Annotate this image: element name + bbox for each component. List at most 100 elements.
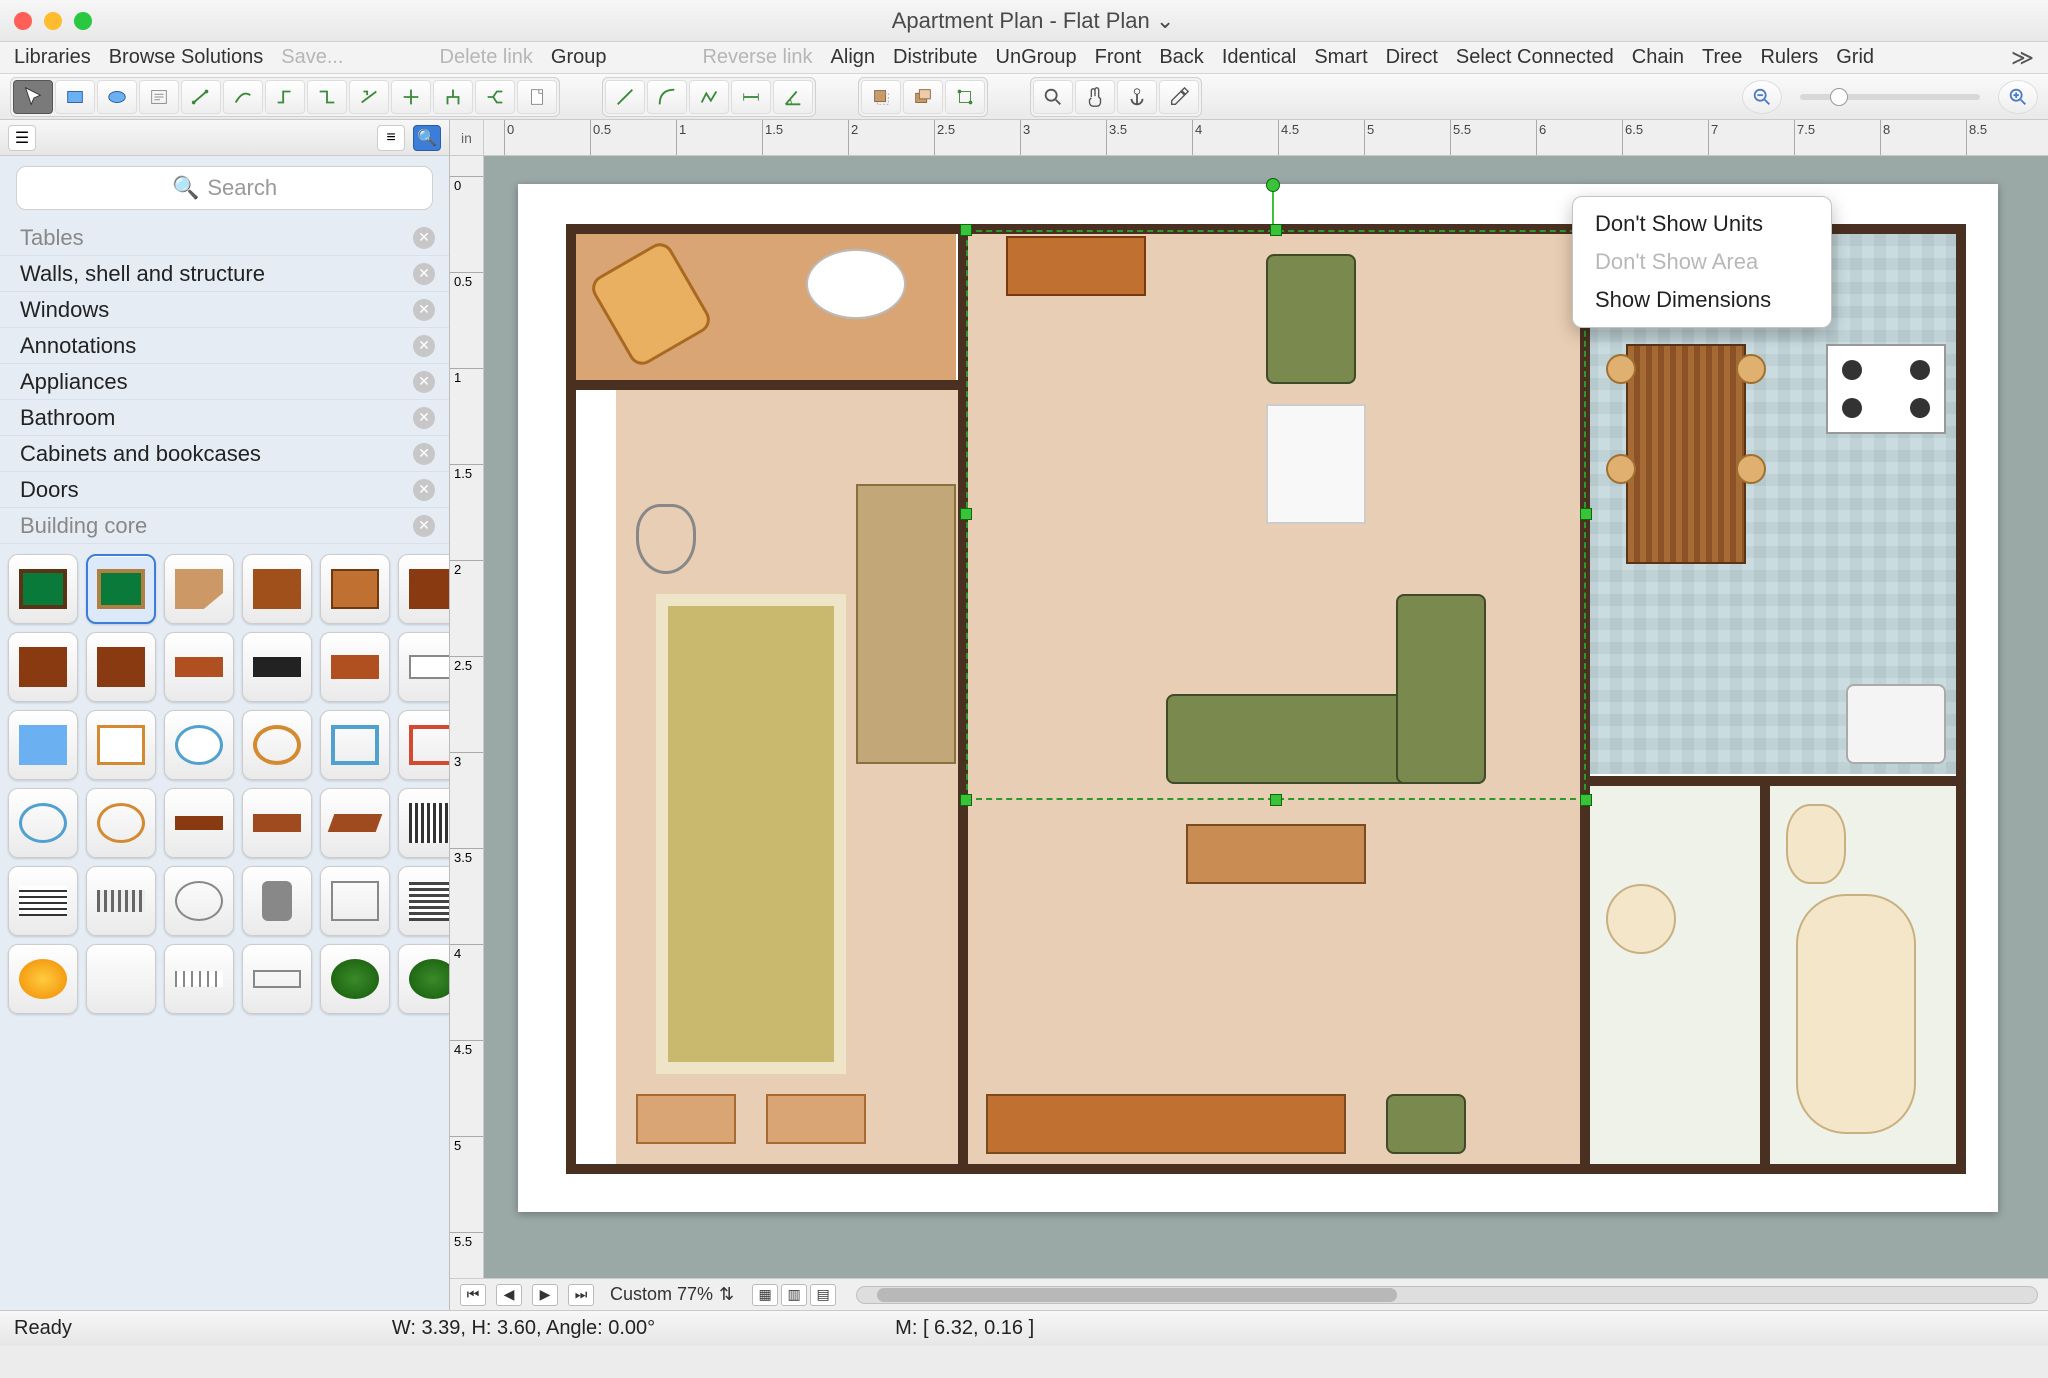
- toilet[interactable]: [1786, 804, 1846, 884]
- shape-mirror-oval[interactable]: [164, 710, 234, 780]
- menu-libraries[interactable]: Libraries: [14, 46, 91, 69]
- zoom-out-button[interactable]: [1742, 80, 1782, 114]
- category-doors[interactable]: Doors✕: [0, 472, 449, 508]
- menu-grid[interactable]: Grid: [1836, 46, 1874, 69]
- chair-1[interactable]: [1606, 354, 1636, 384]
- floor-plan[interactable]: [566, 224, 1966, 1186]
- shape-cabinet-panel[interactable]: [398, 632, 449, 702]
- nightstand-2[interactable]: [766, 1094, 866, 1144]
- shape-panel-lines[interactable]: [164, 944, 234, 1014]
- close-icon[interactable]: ✕: [413, 299, 435, 321]
- tool-eyedrop[interactable]: [1159, 80, 1199, 114]
- tool-connector-4[interactable]: [307, 80, 347, 114]
- shape-bush-1[interactable]: [320, 944, 390, 1014]
- sideboard[interactable]: [986, 1094, 1346, 1154]
- view-mode-2[interactable]: ▥: [781, 1284, 807, 1306]
- menu-ungroup[interactable]: UnGroup: [996, 46, 1077, 69]
- menu-rulers[interactable]: Rulers: [1760, 46, 1818, 69]
- dining-table[interactable]: [1626, 344, 1746, 564]
- menu-group[interactable]: Group: [551, 46, 607, 69]
- category-building-core[interactable]: Building core✕: [0, 508, 449, 544]
- selection-handle[interactable]: [1580, 794, 1592, 806]
- tool-layers[interactable]: [903, 80, 943, 114]
- tool-pointer[interactable]: [13, 80, 53, 114]
- menu-smart[interactable]: Smart: [1314, 46, 1367, 69]
- tool-dim-h[interactable]: [731, 80, 771, 114]
- shape-lines-vert[interactable]: [8, 866, 78, 936]
- shape-blank-1[interactable]: [86, 944, 156, 1014]
- ottoman[interactable]: [1386, 1094, 1466, 1154]
- close-icon[interactable]: ✕: [413, 263, 435, 285]
- last-page-button[interactable]: ⏭: [568, 1284, 594, 1306]
- selection-handle[interactable]: [960, 224, 972, 236]
- shape-panel-2[interactable]: [242, 944, 312, 1014]
- tool-anchor[interactable]: [1117, 80, 1157, 114]
- minimize-window[interactable]: [44, 12, 62, 30]
- shape-frame-1[interactable]: [320, 710, 390, 780]
- shape-shelf-1[interactable]: [164, 632, 234, 702]
- tool-connector-5[interactable]: [349, 80, 389, 114]
- selection-handle[interactable]: [1580, 508, 1592, 520]
- h-scrollbar[interactable]: [856, 1286, 2038, 1304]
- view-mode-3[interactable]: ▤: [810, 1284, 836, 1306]
- shape-brick[interactable]: [242, 788, 312, 858]
- category-tables[interactable]: Tables✕: [0, 220, 449, 256]
- menu-tree[interactable]: Tree: [1702, 46, 1742, 69]
- next-page-button[interactable]: ▶: [532, 1284, 558, 1306]
- category-cabinets[interactable]: Cabinets and bookcases✕: [0, 436, 449, 472]
- shape-shelf-2[interactable]: [242, 632, 312, 702]
- shape-door[interactable]: [86, 554, 156, 624]
- shape-cabinet-brown-1[interactable]: [398, 554, 449, 624]
- close-icon[interactable]: ✕: [413, 443, 435, 465]
- selection-handle[interactable]: [1270, 224, 1282, 236]
- canvas[interactable]: Don't Show Units Don't Show Area Show Di…: [484, 156, 2048, 1278]
- category-appliances[interactable]: Appliances✕: [0, 364, 449, 400]
- zoom-slider[interactable]: [1800, 94, 1980, 100]
- shape-lamp[interactable]: [242, 866, 312, 936]
- stove[interactable]: [1826, 344, 1946, 434]
- menu-chain[interactable]: Chain: [1632, 46, 1684, 69]
- shape-cabinet-brown-3[interactable]: [86, 632, 156, 702]
- coffee-table[interactable]: [1186, 824, 1366, 884]
- maximize-window[interactable]: [74, 12, 92, 30]
- selection-handle[interactable]: [1270, 794, 1282, 806]
- selection-handle[interactable]: [960, 794, 972, 806]
- page[interactable]: [518, 184, 1998, 1212]
- tool-connector-2[interactable]: [223, 80, 263, 114]
- tool-text[interactable]: [139, 80, 179, 114]
- shape-frame-2[interactable]: [398, 710, 449, 780]
- menu-distribute[interactable]: Distribute: [893, 46, 977, 69]
- menu-identical[interactable]: Identical: [1222, 46, 1297, 69]
- menu-front[interactable]: Front: [1095, 46, 1142, 69]
- close-icon[interactable]: ✕: [413, 515, 435, 537]
- shape-radiator[interactable]: [86, 866, 156, 936]
- shape-brick-angle[interactable]: [320, 788, 390, 858]
- tool-connector-7[interactable]: [433, 80, 473, 114]
- shape-bush-2[interactable]: [398, 944, 449, 1014]
- close-icon[interactable]: ✕: [413, 335, 435, 357]
- zoom-stepper-icon[interactable]: ⇅: [719, 1284, 734, 1305]
- tool-connector-8[interactable]: [475, 80, 515, 114]
- menu-align[interactable]: Align: [831, 46, 875, 69]
- panel-search-icon[interactable]: 🔍: [413, 125, 441, 151]
- menu-item-show-dimensions[interactable]: Show Dimensions: [1573, 281, 1831, 319]
- selection-handle[interactable]: [960, 508, 972, 520]
- tool-connector-3[interactable]: [265, 80, 305, 114]
- h-scrollbar-thumb[interactable]: [877, 1288, 1397, 1302]
- vertical-ruler[interactable]: 00.511.522.533.544.555.5: [450, 156, 484, 1278]
- category-windows[interactable]: Windows✕: [0, 292, 449, 328]
- wall-h-foyer[interactable]: [576, 380, 962, 390]
- close-icon[interactable]: ✕: [413, 227, 435, 249]
- close-icon[interactable]: ✕: [413, 479, 435, 501]
- chair-3[interactable]: [1736, 354, 1766, 384]
- kitchen-sink[interactable]: [1846, 684, 1946, 764]
- shape-corner-cabinet[interactable]: [164, 554, 234, 624]
- basin-foyer[interactable]: [806, 249, 906, 319]
- shape-cabinet-brown-2[interactable]: [8, 632, 78, 702]
- tool-arc[interactable]: [647, 80, 687, 114]
- zoom-slider-knob[interactable]: [1830, 88, 1848, 106]
- menu-select-connected[interactable]: Select Connected: [1456, 46, 1614, 69]
- tool-connector-6[interactable]: [391, 80, 431, 114]
- shape-mirror-rect[interactable]: [86, 710, 156, 780]
- close-window[interactable]: [14, 12, 32, 30]
